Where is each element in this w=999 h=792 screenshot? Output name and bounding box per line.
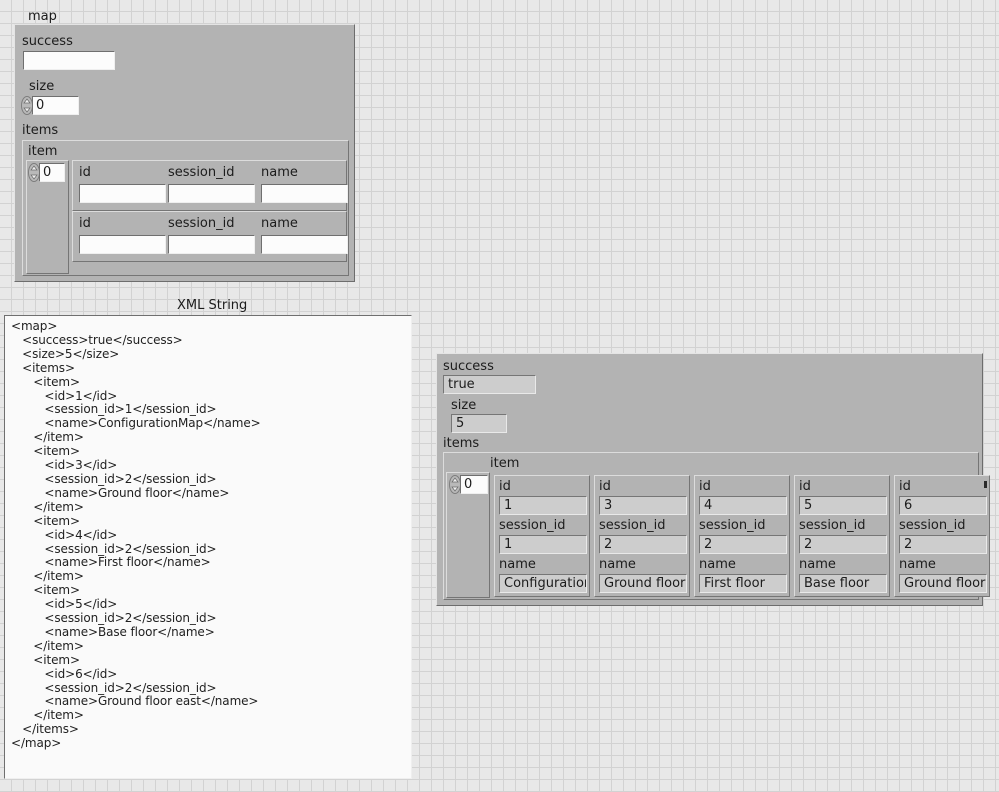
field-label-name: name: [699, 557, 736, 572]
success-input-control[interactable]: [23, 51, 115, 70]
field-label-session-id: session_id: [799, 518, 866, 533]
field-value-session-id: 2: [799, 535, 887, 554]
item-label-control: item: [28, 144, 58, 159]
list-item[interactable]: id 4 session_id 2 name First floor: [694, 475, 790, 597]
field-value-name: First floor: [699, 574, 787, 593]
success-label-control: success: [22, 34, 73, 49]
field-label-name: name: [499, 557, 536, 572]
cell-session-id[interactable]: [168, 235, 255, 254]
field-label-id: id: [899, 479, 911, 494]
success-value-indicator: true: [443, 375, 536, 394]
cell-name[interactable]: [261, 184, 348, 203]
table-row[interactable]: id session_id name: [72, 160, 348, 211]
size-label-control: size: [29, 79, 55, 94]
field-label-session-id: session_id: [499, 518, 566, 533]
field-label-session-id: session_id: [599, 518, 666, 533]
items-label-indicator: items: [443, 436, 480, 451]
map-cluster-title: map: [28, 9, 57, 24]
size-label-indicator: size: [451, 398, 477, 413]
field-value-id: 3: [599, 496, 687, 515]
items-label-control: items: [22, 123, 59, 138]
item-label-indicator: item: [490, 456, 520, 471]
success-label-indicator: success: [443, 359, 494, 374]
field-value-name: Ground floor: [899, 574, 987, 593]
list-item[interactable]: id 6 session_id 2 name Ground floor: [894, 475, 990, 597]
size-input-control[interactable]: 0: [32, 96, 79, 115]
field-label-id: id: [599, 479, 611, 494]
cell-id[interactable]: [79, 184, 166, 203]
list-item[interactable]: id 3 session_id 2 name Ground floor: [594, 475, 690, 597]
field-label-id: id: [499, 479, 511, 494]
field-value-name: Base floor: [799, 574, 887, 593]
size-value-indicator: 5: [451, 414, 507, 433]
field-label-session-id: session_id: [699, 518, 766, 533]
list-item[interactable]: id 5 session_id 2 name Base floor: [794, 475, 890, 597]
field-label-session-id: session_id: [899, 518, 966, 533]
field-value-session-id: 2: [699, 535, 787, 554]
items-array-indicator[interactable]: item 0 id 1 session_id 1 name Configurat…: [443, 452, 990, 600]
field-value-id: 6: [899, 496, 987, 515]
field-value-session-id: 1: [499, 535, 587, 554]
field-value-id: 1: [499, 496, 587, 515]
field-value-session-id: 2: [599, 535, 687, 554]
col-header-id: id: [79, 165, 91, 180]
col-header-session-id: session_id: [168, 216, 235, 231]
field-value-name: Ground floor: [599, 574, 687, 593]
col-header-name: name: [261, 216, 298, 231]
field-label-name: name: [899, 557, 936, 572]
field-label-name: name: [599, 557, 636, 572]
field-value-id: 4: [699, 496, 787, 515]
col-header-id: id: [79, 216, 91, 231]
field-label-name: name: [799, 557, 836, 572]
field-label-id: id: [699, 479, 711, 494]
list-item[interactable]: id 1 session_id 1 name ConfigurationM: [494, 475, 590, 597]
col-header-session-id: session_id: [168, 165, 235, 180]
xml-string-indicator[interactable]: <map> <success>true</success> <size>5</s…: [4, 315, 412, 779]
col-header-name: name: [261, 165, 298, 180]
text-cursor-artifact: [984, 481, 987, 488]
xml-string-title: XML String: [177, 298, 248, 313]
cell-name[interactable]: [261, 235, 348, 254]
table-row[interactable]: id session_id name: [72, 211, 348, 262]
array-index-input-indicator[interactable]: 0: [460, 475, 488, 494]
xml-string-content: <map> <success>true</success> <size>5</s…: [11, 319, 261, 751]
array-index-input-control[interactable]: 0: [39, 163, 65, 182]
field-value-session-id: 2: [899, 535, 987, 554]
field-label-id: id: [799, 479, 811, 494]
cell-id[interactable]: [79, 235, 166, 254]
items-array-control[interactable]: item 0 id session_id name id session_id …: [22, 140, 349, 276]
field-value-name: ConfigurationM: [499, 574, 587, 593]
field-value-id: 5: [799, 496, 887, 515]
map-control-cluster[interactable]: success size 0 items item 0 id session_i…: [14, 24, 355, 282]
cell-session-id[interactable]: [168, 184, 255, 203]
map-indicator-cluster[interactable]: success true size 5 items item 0 id 1 se…: [436, 353, 990, 606]
